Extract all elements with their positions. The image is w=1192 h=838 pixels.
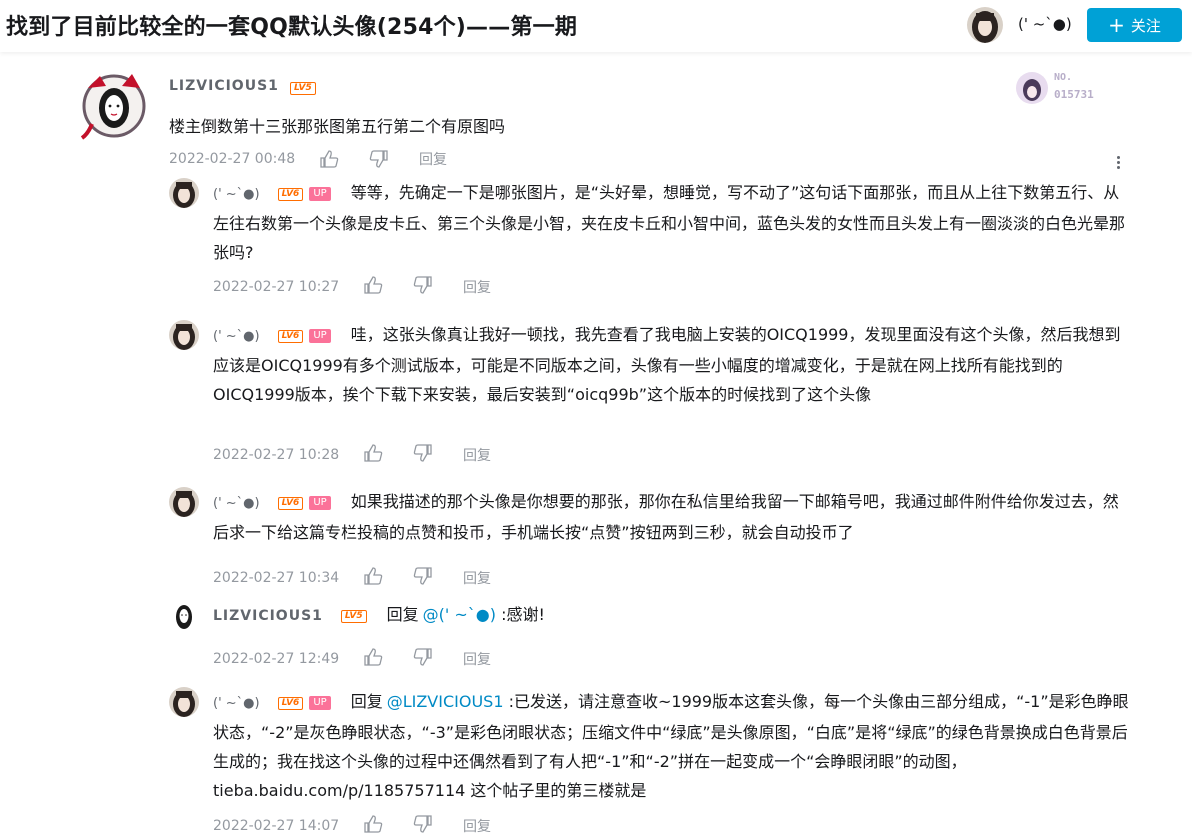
comment-meta: 2022-02-27 00:48 回复 [169, 149, 447, 169]
more-options-icon[interactable] [1112, 154, 1124, 174]
dislike-button[interactable] [413, 444, 463, 466]
reply-time: 2022-02-27 10:34 [213, 570, 340, 586]
level-badge: LV5 [290, 82, 316, 95]
thumbs-down-icon [413, 815, 433, 837]
reply-username[interactable]: (' ~`●) [213, 187, 260, 202]
reply-time: 2022-02-27 14:07 [213, 818, 340, 834]
reply-meta: 2022-02-27 10:28 回复 [213, 444, 491, 466]
reply-avatar[interactable] [169, 687, 199, 717]
reply-text: :感谢! [501, 605, 545, 624]
reply-button[interactable]: 回复 [419, 149, 447, 169]
level-badge: LV6 [277, 188, 304, 201]
thumbs-up-icon [363, 276, 383, 298]
reply-meta: 2022-02-27 14:07 回复 [213, 815, 491, 837]
reply-text: 等等，先确定一下是哪张图片，是“头好晕，想睡觉，写不动了”这句话下面那张，而且从… [213, 183, 1126, 262]
reply-button[interactable]: 回复 [463, 649, 491, 669]
level-badge: LV6 [277, 497, 304, 510]
thumbs-down-icon [369, 150, 388, 168]
reply-username[interactable]: (' ~`●) [213, 329, 260, 344]
dislike-button[interactable] [413, 815, 463, 837]
mention-link[interactable]: @LIZVICIOUS1 [387, 692, 504, 711]
like-button[interactable] [363, 276, 413, 298]
like-button[interactable] [363, 815, 413, 837]
thumbs-up-icon [363, 444, 383, 466]
level-badge: LV5 [340, 610, 367, 623]
dislike-button[interactable] [369, 150, 419, 168]
thumbs-down-icon [413, 567, 433, 589]
reply-meta: 2022-02-27 12:49 回复 [213, 648, 491, 670]
like-button[interactable] [363, 567, 413, 589]
reply-meta: 2022-02-27 10:34 回复 [213, 567, 491, 589]
reply-username[interactable]: (' ~`●) [213, 496, 260, 511]
fan-medal-badge: NO. 015731 [1012, 66, 1112, 108]
commenter-avatar[interactable] [78, 68, 150, 140]
article-title: 找到了目前比较全的一套QQ默认头像(254个)——第一期 [6, 15, 578, 40]
thumbs-up-icon [363, 567, 383, 589]
reply-avatar[interactable] [169, 600, 199, 630]
reply-prefix: 回复 [350, 692, 383, 711]
commenter-username[interactable]: LIZVICIOUS1 [169, 78, 279, 94]
reply-time: 2022-02-27 10:28 [213, 447, 340, 463]
comment-time: 2022-02-27 00:48 [169, 151, 296, 167]
thumbs-up-icon [320, 150, 339, 168]
follow-label: 关注 [1130, 16, 1161, 35]
like-button[interactable] [363, 648, 413, 670]
fan-medal-number: 015731 [1054, 88, 1094, 101]
author-avatar[interactable] [967, 7, 1003, 43]
reply-button[interactable]: 回复 [463, 568, 491, 588]
up-badge: UP [309, 696, 331, 710]
dislike-button[interactable] [413, 648, 463, 670]
reply-text: 如果我描述的那个头像是你想要的那张，那你在私信里给我留一下邮箱号吧，我通过邮件附… [213, 492, 1119, 542]
like-button[interactable] [319, 150, 369, 168]
reply-username[interactable]: (' ~`●) [213, 696, 260, 711]
reply-button[interactable]: 回复 [463, 277, 491, 297]
reply-body: (' ~`●) LV6 UP 回复 @LIZVICIOUS1 :已发送，请注意查收~19… [213, 687, 1129, 805]
plus-icon: + [1108, 13, 1125, 37]
thumbs-down-icon [413, 648, 433, 670]
up-badge: UP [309, 329, 331, 343]
like-button[interactable] [363, 444, 413, 466]
reply-time: 2022-02-27 10:27 [213, 279, 340, 295]
thumbs-up-icon [363, 648, 383, 670]
level-badge: LV6 [277, 697, 304, 710]
thumbs-down-icon [413, 444, 433, 466]
reply-meta: 2022-02-27 10:27 回复 [213, 276, 491, 298]
fan-medal-label: NO. [1054, 72, 1073, 83]
commenter-avatar-image [80, 74, 146, 140]
reply-avatar[interactable] [169, 320, 199, 350]
reply-time: 2022-02-27 12:49 [213, 651, 340, 667]
reply-avatar[interactable] [169, 178, 199, 208]
dislike-button[interactable] [413, 276, 463, 298]
mention-link[interactable]: @(' ~`●) [423, 605, 496, 624]
follow-button[interactable]: + 关注 [1087, 8, 1182, 42]
article-header: 找到了目前比较全的一套QQ默认头像(254个)——第一期 (' ~`●) + 关… [0, 0, 1192, 52]
reply-prefix: 回复 [386, 605, 419, 624]
comment-text: 楼主倒数第十三张那张图第五行第二个有原图吗 [169, 117, 506, 136]
thumbs-up-icon [363, 815, 383, 837]
reply-body: (' ~`●) LV6 UP 哇，这张头像真让我好一顿找，我先查看了我电脑上安装的OI… [213, 320, 1129, 409]
up-badge: UP [309, 496, 331, 510]
reply-button[interactable]: 回复 [463, 445, 491, 465]
dislike-button[interactable] [413, 567, 463, 589]
up-badge: UP [309, 187, 331, 201]
author-avatar-image [967, 7, 1003, 43]
author-name[interactable]: (' ~`●) [1018, 15, 1072, 33]
reply-body: (' ~`●) LV6 UP 等等，先确定一下是哪张图片，是“头好晕，想睡觉，写不动了… [213, 178, 1129, 267]
thumbs-down-icon [413, 276, 433, 298]
reply-button[interactable]: 回复 [463, 816, 491, 836]
reply-text: 哇，这张头像真让我好一顿找，我先查看了我电脑上安装的OICQ1999，发现里面没… [213, 325, 1121, 404]
reply-username[interactable]: LIZVICIOUS1 [213, 608, 323, 624]
reply-avatar[interactable] [169, 487, 199, 517]
level-badge: LV6 [277, 330, 304, 343]
reply-body: LIZVICIOUS1 LV5 回复 @(' ~`●) :感谢! [213, 600, 1129, 631]
reply-body: (' ~`●) LV6 UP 如果我描述的那个头像是你想要的那张，那你在私信里给我留一… [213, 487, 1129, 547]
